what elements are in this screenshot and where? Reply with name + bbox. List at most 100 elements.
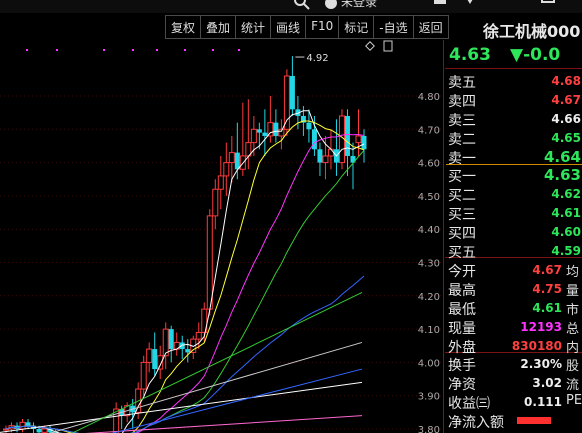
orderbook-label: 买五 — [448, 245, 476, 261]
stat-trailing-label: 均 — [566, 265, 580, 280]
stat-trailing-label: 股 — [566, 359, 580, 374]
marker-dot — [238, 49, 240, 51]
y-tick-label: 3.90 — [418, 392, 440, 403]
stat-trailing-label: 内 — [566, 341, 580, 356]
y-tick-label: 4.70 — [418, 125, 440, 136]
stat-value: 4.67 — [532, 263, 562, 277]
candle-body — [3, 428, 9, 431]
stat-row: 收益㈢ 0.111 PE — [447, 393, 582, 412]
marker-dot — [184, 49, 186, 51]
high-annotation: 4.92 — [306, 53, 328, 64]
orderbook-row[interactable]: 卖四 4.67 — [447, 91, 582, 110]
maximize-icon[interactable] — [540, 0, 556, 8]
mark-button[interactable]: 标记 — [339, 16, 375, 38]
candle-body — [322, 155, 329, 164]
candle-body — [195, 331, 202, 340]
candlestick-chart[interactable]: 4.80 4.70 4.60 4.50 4.40 4.30 4.20 4.10 4.00 3.90… — [0, 40, 443, 433]
orderbook-row[interactable]: 卖一 4.64 — [447, 148, 582, 167]
back-button[interactable]: 返回 — [414, 16, 448, 38]
orderbook-row[interactable]: 买四 4.60 — [447, 223, 582, 242]
orderbook-price: 4.61 — [551, 206, 581, 220]
user-login[interactable]: 未登录 — [325, 0, 377, 10]
candle-body — [223, 162, 230, 177]
y-tick-label: 4.30 — [418, 259, 440, 270]
stat-row: 现量 12193 总 — [447, 318, 582, 337]
orderbook-label: 买四 — [448, 226, 476, 242]
price-change: ▼-0.0 — [510, 45, 561, 65]
stat-label: 换手 — [448, 358, 476, 374]
orderbook-row[interactable]: 买三 4.61 — [447, 204, 582, 223]
draw-line-button[interactable]: 画线 — [271, 16, 307, 38]
panel-toggle-icon — [383, 40, 393, 52]
candle-body — [212, 188, 219, 217]
orderbook-label: 卖二 — [448, 132, 476, 148]
stats-button[interactable]: 统计 — [236, 16, 272, 38]
candle-body — [217, 175, 224, 190]
y-tick-label: 4.20 — [418, 292, 440, 303]
f10-button[interactable]: F10 — [306, 16, 340, 38]
marker-dot — [56, 49, 58, 51]
stat-value: 4.75 — [532, 282, 562, 296]
orderbook-label: 买三 — [448, 207, 476, 223]
candle-body — [140, 361, 147, 390]
stat-row: 最低 4.61 市 — [447, 299, 582, 318]
orderbook-price: 4.65 — [551, 131, 581, 145]
orderbook-price: 4.59 — [551, 244, 581, 258]
y-tick-label: 4.40 — [418, 225, 440, 236]
moving-average-line — [48, 341, 363, 433]
upload-icon[interactable] — [432, 0, 448, 8]
candle-body — [250, 128, 257, 144]
y-tick-label: 4.80 — [418, 92, 440, 103]
candle-body — [267, 122, 274, 137]
marker-dot — [156, 49, 158, 51]
stat-trailing-label: 市 — [566, 303, 580, 318]
candle-body — [289, 76, 295, 110]
stat-label: 外盘 — [448, 340, 476, 356]
stat-value: 0.111 — [524, 395, 562, 409]
watchlist-button[interactable]: -自选 — [374, 16, 414, 38]
y-tick-label: 4.00 — [418, 358, 440, 369]
stat-label: 收益㈢ — [448, 396, 490, 412]
orderbook-row[interactable]: 买一 4.63 — [447, 166, 582, 185]
stat-trailing-label: 量 — [566, 284, 580, 299]
candle-body — [206, 215, 213, 310]
orderbook-row[interactable]: 卖三 4.66 — [447, 110, 582, 129]
stat-trailing-label: PE — [566, 393, 582, 408]
candle-body — [36, 429, 42, 433]
orderbook-row[interactable]: 买五 4.59 — [447, 242, 582, 261]
stat-trailing-label: 总 — [566, 322, 580, 337]
netflow-bar — [517, 417, 551, 424]
restore-rights-button[interactable]: 复权 — [166, 16, 202, 38]
orderbook-row[interactable]: 卖五 4.68 — [447, 72, 582, 91]
stat-value: 3.02 — [532, 376, 562, 390]
orderbook-label: 买二 — [448, 188, 476, 204]
moving-average-line — [5, 150, 365, 433]
chart-toolbar: 复权 叠加 统计 画线 F10 标记 -自选 返回 — [165, 15, 449, 39]
divider — [445, 68, 582, 69]
orderbook-row[interactable]: 卖二 4.65 — [447, 129, 582, 148]
orderbook-price: 4.60 — [551, 225, 581, 239]
stat-label: 最高 — [448, 283, 476, 299]
y-tick-label: 4.60 — [418, 159, 440, 170]
search-icon[interactable] — [293, 0, 311, 10]
orderbook-price: 4.67 — [551, 93, 581, 107]
orderbook-row[interactable]: 买二 4.62 — [447, 185, 582, 204]
minimize-icon[interactable] — [500, 0, 516, 8]
orderbook-price: 4.62 — [551, 187, 581, 201]
candle-body — [262, 132, 268, 136]
orderbook-label: 卖三 — [448, 113, 476, 129]
stat-label: 净流入额 — [448, 415, 504, 431]
orderbook-price: 4.63 — [543, 166, 581, 184]
overlay-button[interactable]: 叠加 — [201, 16, 237, 38]
candle-body — [168, 329, 174, 350]
candle-body — [185, 349, 191, 353]
stat-trailing-label: 流 — [566, 378, 580, 393]
candle-body — [256, 129, 262, 133]
candle-body — [327, 148, 334, 157]
stat-row: 净流入额 — [447, 412, 582, 431]
download-icon[interactable] — [462, 0, 478, 8]
stat-row: 外盘 830180 内 — [447, 337, 582, 356]
stat-row: 今开 4.67 均 — [447, 261, 582, 280]
stat-value: 2.30% — [520, 357, 562, 371]
stat-value: 4.61 — [532, 301, 562, 315]
